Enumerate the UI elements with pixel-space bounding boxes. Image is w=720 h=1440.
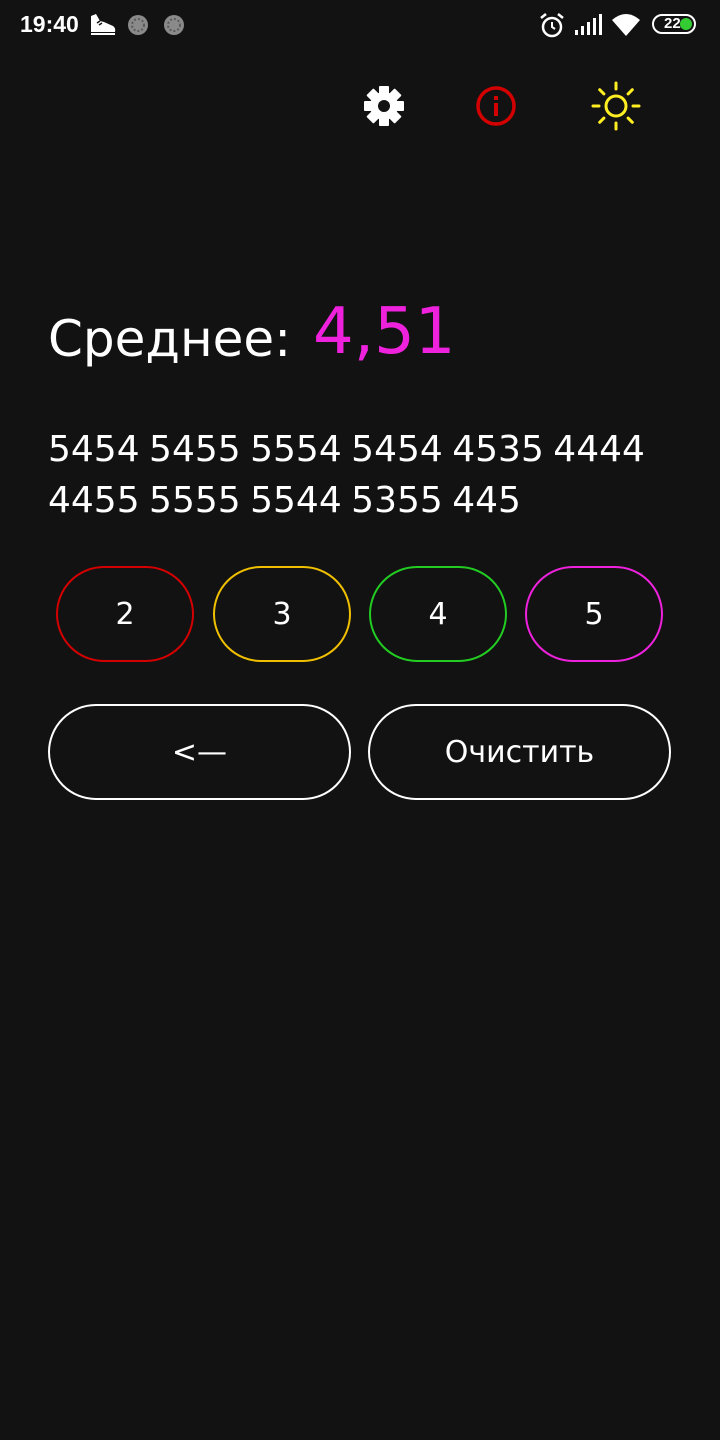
grade-3-button[interactable]: 3 (213, 566, 351, 662)
settings-button[interactable] (358, 80, 410, 132)
grade-5-button[interactable]: 5 (525, 566, 663, 662)
wifi-icon (611, 12, 641, 42)
signal-icon (574, 14, 604, 40)
backspace-button[interactable]: <— (48, 704, 351, 800)
average-value: 4,51 (313, 295, 456, 369)
grade-4-button[interactable]: 4 (369, 566, 507, 662)
notification-dot-icon (162, 13, 186, 41)
status-bar: 19:40 22 (0, 0, 720, 52)
status-time: 19:40 (20, 11, 79, 37)
grade-2-button[interactable]: 2 (56, 566, 194, 662)
average-label: Среднее: (48, 310, 292, 368)
battery-level: 22 (664, 15, 681, 32)
grades-list: 5454 5455 5554 5454 4535 4444 4455 5555 … (48, 429, 645, 521)
info-button[interactable] (470, 80, 522, 132)
sun-icon (591, 81, 641, 131)
battery-icon: 22 (652, 14, 696, 34)
battery-fill (680, 18, 692, 30)
shoe-icon (88, 12, 118, 42)
gear-icon (364, 86, 404, 126)
notification-dot-icon (126, 13, 150, 41)
alarm-icon (538, 12, 566, 44)
info-icon (476, 86, 516, 126)
theme-toggle-button[interactable] (590, 80, 642, 132)
clear-button[interactable]: Очистить (368, 704, 671, 800)
